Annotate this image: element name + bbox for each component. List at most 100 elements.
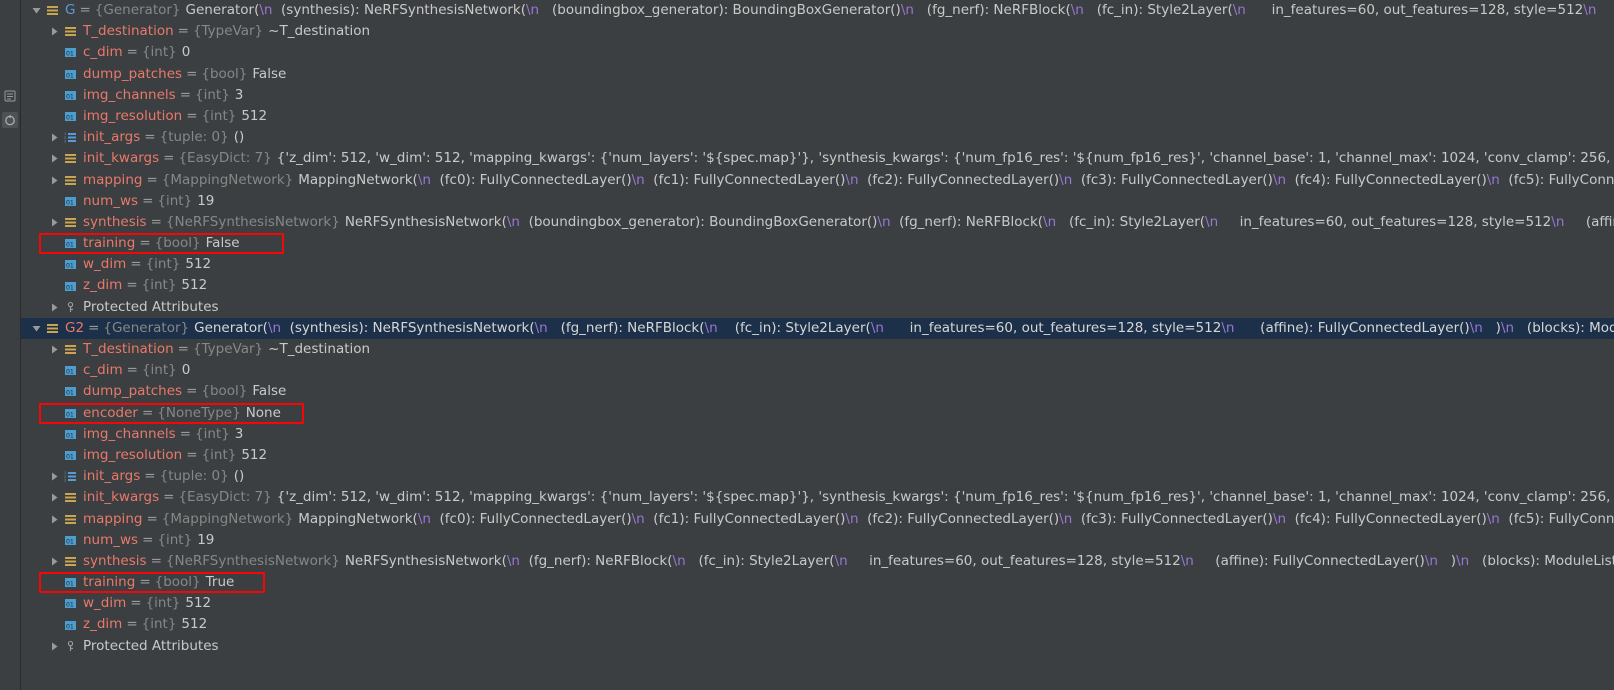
tree-row-init_args[interactable]: 1 2 3 init_args = {tuple: 0}() (21, 466, 1614, 487)
variable-name: training (83, 574, 136, 591)
variable-value: NeRFSynthesisNetwork(\n (fg_nerf): NeRFB… (344, 552, 1614, 569)
chevron-right-icon[interactable] (47, 148, 62, 169)
tree-row-num_ws[interactable]: 01 num_ws = {int} 19 (21, 191, 1614, 212)
tree-row-init_args[interactable]: 1 2 3 init_args = {tuple: 0}() (21, 127, 1614, 148)
variable-type: {int} (141, 362, 177, 379)
primitive-icon: 01 (63, 575, 78, 590)
equals-sign: = (177, 23, 189, 40)
tree-row-z_dim[interactable]: 01 z_dim = {int} 512 (21, 614, 1614, 635)
chevron-right-icon[interactable] (47, 487, 62, 508)
tree-row-init_kwargs[interactable]: init_kwargs = {EasyDict: 7} {'z_dim': 512, … (21, 148, 1614, 169)
chevron-right-icon[interactable] (47, 212, 62, 233)
chevron-right-icon[interactable] (47, 466, 62, 487)
equals-sign: = (146, 171, 158, 188)
variable-type: {Generator} (94, 2, 181, 18)
tree-row-T_destination[interactable]: T_destination = {TypeVar} ~T_destination (21, 339, 1614, 360)
variable-name: img_resolution (83, 446, 183, 463)
variable-type: {int} (145, 256, 181, 273)
variable-value: Generator(\n (synthesis): NeRFSynthesisN… (194, 319, 1614, 336)
variable-name: w_dim (83, 256, 127, 273)
twisty-placeholder (47, 424, 62, 445)
twisty-placeholder (47, 530, 62, 551)
variable-type: {int} (201, 107, 237, 124)
twisty-placeholder (47, 615, 62, 636)
variable-value: 512 (241, 107, 268, 124)
tree-row-synthesis[interactable]: synthesis = {NeRFSynthesisNetwork} NeRFSynt… (21, 212, 1614, 233)
primitive-icon: 01 (63, 279, 78, 294)
twisty-placeholder (47, 254, 62, 275)
equals-sign: = (146, 510, 158, 527)
object-icon (63, 490, 78, 505)
console-tab-icon[interactable] (2, 112, 18, 128)
tree-row-G[interactable]: G = {Generator} Generator(\n (synthesis): N… (21, 0, 1614, 21)
primitive-icon: 01 (63, 427, 78, 442)
variable-name: dump_patches (83, 65, 183, 82)
variable-type: {bool} (201, 65, 248, 82)
tree-row-num_ws[interactable]: 01 num_ws = {int} 19 (21, 530, 1614, 551)
variable-value: 3 (234, 425, 244, 442)
equals-sign: = (186, 107, 198, 124)
object-icon (45, 321, 60, 336)
variable-value: 3 (234, 86, 244, 103)
svg-text:01: 01 (66, 411, 74, 418)
tree-row-protected-attributes[interactable]: Protected Attributes (21, 297, 1614, 318)
variable-name: init_kwargs (83, 489, 160, 506)
object-icon (63, 512, 78, 527)
svg-text:3: 3 (64, 479, 66, 483)
variable-type: {Generator} (103, 319, 190, 336)
chevron-right-icon[interactable] (47, 297, 62, 318)
svg-text:01: 01 (66, 263, 74, 270)
tree-row-training[interactable]: 01 training = {bool} False (21, 233, 1614, 255)
object-icon (63, 342, 78, 357)
tree-row-img_channels[interactable]: 01 img_channels = {int} 3 (21, 85, 1614, 106)
tree-row-G2[interactable]: G2 = {Generator} Generator(\n (synthesis): … (21, 317, 1614, 339)
chevron-right-icon[interactable] (47, 551, 62, 572)
tree-row-dump_patches[interactable]: 01 dump_patches = {bool} False (21, 64, 1614, 85)
tree-row-dump_patches[interactable]: 01 dump_patches = {bool} False (21, 381, 1614, 402)
equals-sign: = (126, 44, 138, 61)
tree-row-c_dim[interactable]: 01 c_dim = {int} 0 (21, 42, 1614, 63)
chevron-right-icon[interactable] (47, 339, 62, 360)
chevron-down-icon[interactable] (29, 0, 44, 21)
tree-row-mapping[interactable]: mapping = {MappingNetwork} MappingNetwork(\… (21, 509, 1614, 530)
variables-tab-icon[interactable] (2, 88, 18, 104)
tree-row-encoder[interactable]: 01 encoder = {NoneType} None (21, 402, 1614, 424)
tree-row-mapping[interactable]: mapping = {MappingNetwork} MappingNetwork(\… (21, 170, 1614, 191)
tree-row-training[interactable]: 01 training = {bool} True (21, 572, 1614, 594)
variable-value: MappingNetwork(\n (fc0): FullyConnectedL… (298, 510, 1614, 527)
chevron-down-icon[interactable] (29, 318, 44, 339)
chevron-right-icon[interactable] (47, 21, 62, 42)
chevron-right-icon[interactable] (47, 509, 62, 530)
tree-row-w_dim[interactable]: 01 w_dim = {int} 512 (21, 593, 1614, 614)
tree-row-img_resolution[interactable]: 01 img_resolution = {int} 512 (21, 106, 1614, 127)
chevron-right-icon[interactable] (47, 170, 62, 191)
variable-value: () (233, 129, 245, 146)
tree-row-protected-attributes[interactable]: Protected Attributes (21, 636, 1614, 657)
tree-row-img_resolution[interactable]: 01 img_resolution = {int} 512 (21, 445, 1614, 466)
tree-row-img_channels[interactable]: 01 img_channels = {int} 3 (21, 424, 1614, 445)
twisty-placeholder (47, 445, 62, 466)
svg-text:01: 01 (66, 369, 74, 376)
chevron-right-icon[interactable] (47, 127, 62, 148)
array-icon: 123 (63, 469, 78, 484)
variable-type: {NoneType} (157, 404, 241, 421)
tree-row-synthesis[interactable]: synthesis = {NeRFSynthesisNetwork} NeRFSynt… (21, 551, 1614, 572)
svg-text:01: 01 (66, 580, 74, 587)
variable-name: T_destination (83, 341, 174, 357)
variables-tree[interactable]: G = {Generator} Generator(\n (synthesis): N… (21, 0, 1614, 690)
chevron-right-icon[interactable] (47, 636, 62, 657)
equals-sign: = (142, 531, 154, 548)
equals-sign: = (130, 595, 142, 612)
primitive-icon: 01 (63, 67, 78, 82)
variable-type: {tuple: 0} (159, 129, 229, 146)
variable-value: 19 (197, 192, 215, 209)
tree-row-z_dim[interactable]: 01 z_dim = {int} 512 (21, 275, 1614, 296)
equals-sign: = (186, 65, 198, 82)
tree-row-init_kwargs[interactable]: init_kwargs = {EasyDict: 7} {'z_dim': 512, … (21, 487, 1614, 508)
tree-row-w_dim[interactable]: 01 w_dim = {int} 512 (21, 254, 1614, 275)
tree-row-c_dim[interactable]: 01 c_dim = {int} 0 (21, 360, 1614, 381)
tree-row-T_destination[interactable]: T_destination = {TypeVar} ~T_destination (21, 21, 1614, 42)
variable-type: {TypeVar} (192, 23, 264, 40)
svg-text:01: 01 (66, 538, 74, 545)
svg-text:01: 01 (66, 284, 74, 291)
